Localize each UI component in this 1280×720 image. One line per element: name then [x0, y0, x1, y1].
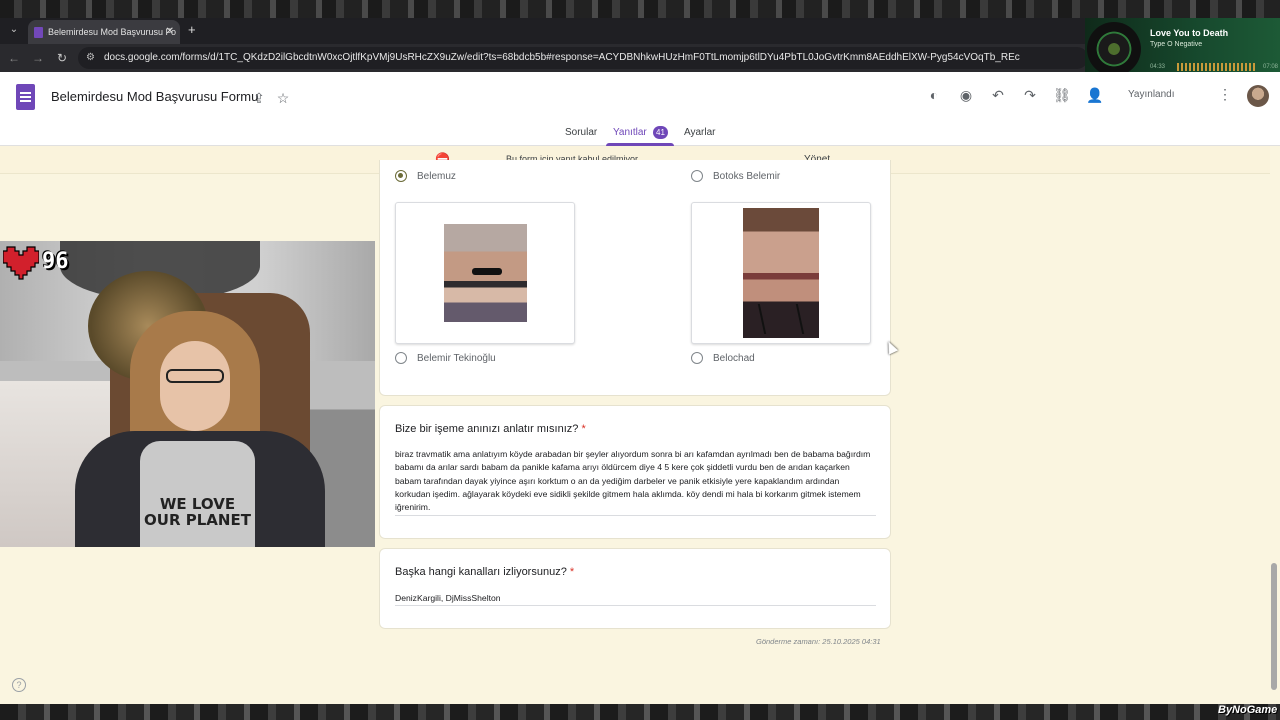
time-total: 07:08 — [1262, 64, 1278, 70]
customize-theme-palette-icon[interactable]: ◐ — [925, 86, 943, 104]
song-artist: Type O Negative — [1150, 41, 1203, 48]
radio-belemuz — [395, 170, 407, 182]
option-image-belochad — [691, 202, 871, 344]
copy-link-icon[interactable]: ⛓ — [1053, 86, 1071, 104]
decorative-top-strip — [0, 0, 1280, 18]
preview-eye-icon[interactable]: ◉ — [957, 86, 975, 104]
move-to-folder-icon[interactable]: ⇪ — [250, 89, 268, 107]
question-text: Bize bir işeme anınızı anlatır mısınız? — [395, 423, 579, 435]
redo-icon[interactable]: ↷ — [1021, 86, 1039, 104]
published-button[interactable]: Yayınlandı — [1118, 84, 1198, 106]
tab-settings[interactable]: Ayarlar — [684, 127, 716, 138]
question-title-q2: Başka hangi kanalları izliyorsunuz? * — [395, 566, 574, 578]
forms-header: Belemirdesu Mod Başvurusu Formu ⇪ ☆ ◐ ◉ … — [0, 72, 1280, 146]
webcam-glasses — [166, 369, 224, 383]
tab-questions[interactable]: Sorular — [565, 127, 597, 138]
browser-tab[interactable]: Belemirdesu Mod Başvurusu Fo ✕ — [28, 20, 180, 44]
form-tabs: Sorular Yanıtlar 41 Ayarlar — [0, 123, 1280, 146]
song-title: Love You to Death — [1150, 28, 1229, 38]
url-text: docs.google.com/forms/d/1TC_QKdzD2ilGbcd… — [104, 52, 1020, 63]
question-card-q2: Başka hangi kanalları izliyorsunuz? * De… — [379, 548, 891, 629]
now-playing-overlay: Love You to Death Type O Negative 04:33 … — [1085, 18, 1280, 80]
option-label-belochad: Belochad — [713, 353, 755, 364]
webcam-overlay: WE LOVE OUR PLANET — [0, 241, 375, 547]
account-avatar[interactable] — [1247, 85, 1269, 107]
address-bar[interactable]: ⚙ docs.google.com/forms/d/1TC_QKdzD2ilGb… — [78, 47, 1088, 69]
webcam-shirt — [140, 441, 255, 547]
answer-text-q1: biraz travmatik ama anlatıyım köyde arab… — [395, 449, 871, 513]
required-asterisk: * — [569, 566, 575, 578]
option-label-belemuz: Belemuz — [417, 171, 456, 182]
radio-botoks-belemir — [691, 170, 703, 182]
audio-waveform — [1177, 63, 1257, 71]
back-arrow-icon[interactable]: ← — [6, 50, 22, 66]
tab-search-chevron-icon[interactable]: ⌄ — [6, 22, 22, 38]
decorative-bottom-strip — [0, 704, 1280, 720]
undo-icon[interactable]: ↶ — [989, 86, 1007, 104]
option-label-belemir-tekinoglu: Belemir Tekinoğlu — [417, 353, 496, 364]
heart-rate-count: 96 — [42, 249, 69, 274]
question-text: Başka hangi kanalları izliyorsunuz? — [395, 566, 567, 578]
question-title-q1: Bize bir işeme anınızı anlatır mısınız? … — [395, 423, 586, 435]
radio-belochad — [691, 352, 703, 364]
answer-underline — [395, 605, 876, 606]
option-image-belemir-tekinoglu — [395, 202, 575, 344]
page-scrollbar[interactable] — [1271, 563, 1277, 690]
google-forms-logo-icon[interactable] — [16, 84, 35, 110]
option-label-botoks-belemir: Botoks Belemir — [713, 171, 781, 182]
forms-favicon-icon — [34, 27, 43, 38]
forward-arrow-icon[interactable]: → — [30, 50, 46, 66]
pixel-heart-icon — [3, 246, 39, 280]
site-info-icon[interactable]: ⚙ — [86, 52, 98, 64]
shirt-print-text: WE LOVE OUR PLANET — [144, 495, 251, 529]
responses-count-badge: 41 — [653, 126, 668, 139]
tab-responses[interactable]: Yanıtlar — [613, 127, 647, 138]
answer-underline — [395, 515, 876, 516]
time-elapsed: 04:33 — [1150, 64, 1166, 70]
image-choice-question-card: Belemuz Botoks Belemir Belemir Tekinoğlu… — [379, 160, 891, 396]
radio-belemir-tekinoglu — [395, 352, 407, 364]
star-icon[interactable]: ☆ — [274, 89, 292, 107]
more-options-icon[interactable]: ⋮ — [1218, 86, 1232, 103]
tab-close-icon[interactable]: ✕ — [166, 20, 174, 44]
help-icon[interactable]: ? — [12, 678, 26, 692]
submission-time: Gönderme zamanı: 25.10.2025 04:31 — [756, 637, 881, 646]
add-collaborators-icon[interactable]: 👤 — [1086, 86, 1104, 104]
webcam-face — [160, 341, 230, 431]
photo-portrait — [743, 208, 819, 338]
photo-sunglasses — [444, 224, 527, 322]
album-art — [1087, 22, 1141, 76]
new-tab-plus-icon[interactable]: + — [188, 21, 196, 39]
channel-watermark: ByNoGame — [1218, 704, 1278, 716]
tab-title: Belemirdesu Mod Başvurusu Fo — [48, 27, 177, 37]
form-title[interactable]: Belemirdesu Mod Başvurusu Formu — [51, 89, 258, 104]
question-card-q1: Bize bir işeme anınızı anlatır mısınız? … — [379, 405, 891, 539]
reload-icon[interactable]: ↻ — [54, 50, 70, 66]
answer-text-q2: DenizKargili, DjMissShelton — [395, 593, 501, 603]
required-asterisk: * — [581, 423, 586, 435]
